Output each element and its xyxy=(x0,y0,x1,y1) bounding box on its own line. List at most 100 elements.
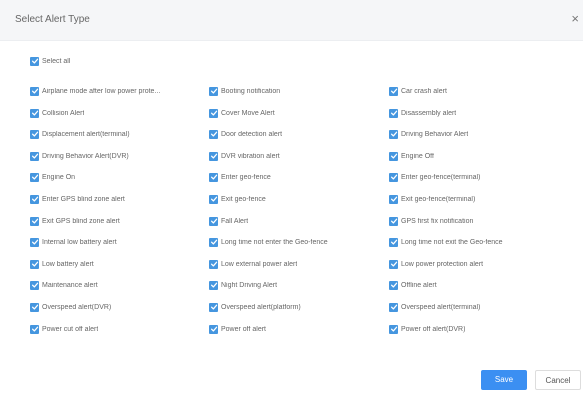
alert-option-checkbox[interactable]: Enter geo-fence(terminal) xyxy=(389,170,480,184)
checkmark-icon[interactable] xyxy=(30,108,39,118)
checkmark-icon[interactable] xyxy=(30,56,39,66)
alert-option-checkbox[interactable]: Exit geo-fence(terminal) xyxy=(389,192,475,206)
alert-option-checkbox-label: Exit GPS blind zone alert xyxy=(42,217,120,225)
alert-option-checkbox[interactable]: Fall Alert xyxy=(209,214,248,228)
alert-option-checkbox-label: Enter geo-fence(terminal) xyxy=(401,173,481,181)
checkmark-icon[interactable] xyxy=(389,237,398,247)
alert-option-checkbox[interactable]: Disassembly alert xyxy=(389,106,456,120)
checkmark-icon[interactable] xyxy=(389,151,398,161)
alert-option-checkbox-label: Airplane mode after low power prote... xyxy=(42,87,161,95)
checkmark-icon[interactable] xyxy=(30,259,39,269)
checkmark-icon[interactable] xyxy=(389,86,398,96)
alert-option-checkbox[interactable]: Exit GPS blind zone alert xyxy=(30,214,120,228)
alert-option-checkbox[interactable]: Maintenance alert xyxy=(30,278,98,292)
alert-option-checkbox-label: Offline alert xyxy=(401,281,437,289)
checkmark-icon[interactable] xyxy=(389,302,398,312)
alert-option-checkbox-label: Low external power alert xyxy=(221,260,298,268)
alert-option-checkbox[interactable]: Overspeed alert(DVR) xyxy=(30,300,111,314)
save-button[interactable]: Save xyxy=(481,370,527,390)
checkmark-icon[interactable] xyxy=(209,216,218,226)
alert-option-checkbox[interactable]: Long time not exit the Geo-fence xyxy=(389,235,503,249)
alert-option-checkbox[interactable]: Driving Behavior Alert xyxy=(389,127,468,141)
checkmark-icon[interactable] xyxy=(209,237,218,247)
alert-option-checkbox-label: DVR vibration alert xyxy=(221,152,280,160)
alert-option-checkbox[interactable]: Low power protection alert xyxy=(389,257,483,271)
checkmark-icon[interactable] xyxy=(209,280,218,290)
alert-type-list: Select all Airplane mode after low power … xyxy=(0,0,583,384)
alert-option-checkbox[interactable]: Airplane mode after low power prote... xyxy=(30,84,160,98)
alert-option-checkbox[interactable]: Displacement alert(terminal) xyxy=(30,127,130,141)
alert-option-checkbox[interactable]: Power cut off alert xyxy=(30,322,98,336)
alert-option-checkbox-label: Power off alert(DVR) xyxy=(401,325,466,333)
checkmark-icon[interactable] xyxy=(209,151,218,161)
checkmark-icon[interactable] xyxy=(209,129,218,139)
checkmark-icon[interactable] xyxy=(389,194,398,204)
alert-option-checkbox-label: Exit geo-fence(terminal) xyxy=(401,195,476,203)
alert-option-checkbox-label: Low battery alert xyxy=(42,260,94,268)
alert-option-checkbox[interactable]: Collision Alert xyxy=(30,106,84,120)
checkmark-icon[interactable] xyxy=(389,259,398,269)
alert-option-checkbox[interactable]: Engine Off xyxy=(389,149,434,163)
checkmark-icon[interactable] xyxy=(30,194,39,204)
alert-option-checkbox[interactable]: Overspeed alert(platform) xyxy=(209,300,301,314)
select-all-checkbox-label: Select all xyxy=(42,57,71,65)
checkmark-icon[interactable] xyxy=(209,324,218,334)
alert-option-checkbox[interactable]: Enter GPS blind zone alert xyxy=(30,192,125,206)
alert-option-checkbox[interactable]: Low battery alert xyxy=(30,257,94,271)
alert-option-checkbox-label: Exit geo-fence xyxy=(221,195,266,203)
alert-option-checkbox-label: Driving Behavior Alert(DVR) xyxy=(42,152,129,160)
checkmark-icon[interactable] xyxy=(389,324,398,334)
alert-option-checkbox[interactable]: Exit geo-fence xyxy=(209,192,266,206)
alert-option-checkbox[interactable]: Booting notification xyxy=(209,84,280,98)
alert-option-checkbox-label: Overspeed alert(terminal) xyxy=(401,303,481,311)
checkmark-icon[interactable] xyxy=(209,194,218,204)
alert-option-checkbox[interactable]: Night Driving Alert xyxy=(209,278,277,292)
alert-option-checkbox[interactable]: GPS first fix notification xyxy=(389,214,473,228)
alert-option-checkbox[interactable]: Door detection alert xyxy=(209,127,282,141)
alert-option-checkbox[interactable]: Cover Move Alert xyxy=(209,106,275,120)
alert-option-checkbox-label: Booting notification xyxy=(221,87,281,95)
checkmark-icon[interactable] xyxy=(209,302,218,312)
alert-option-checkbox-label: Driving Behavior Alert xyxy=(401,130,469,138)
checkmark-icon[interactable] xyxy=(30,172,39,182)
checkmark-icon[interactable] xyxy=(30,237,39,247)
checkmark-icon[interactable] xyxy=(30,129,39,139)
checkmark-icon[interactable] xyxy=(389,108,398,118)
checkmark-icon[interactable] xyxy=(30,216,39,226)
alert-option-checkbox[interactable]: Internal low battery alert xyxy=(30,235,117,249)
alert-option-checkbox-label: Overspeed alert(platform) xyxy=(221,303,301,311)
checkmark-icon[interactable] xyxy=(389,129,398,139)
alert-option-checkbox-label: Power off alert xyxy=(221,325,267,333)
alert-option-checkbox[interactable]: Low external power alert xyxy=(209,257,297,271)
alert-option-checkbox[interactable]: Car crash alert xyxy=(389,84,447,98)
cancel-button[interactable]: Cancel xyxy=(535,370,581,390)
alert-option-checkbox[interactable]: Overspeed alert(terminal) xyxy=(389,300,480,314)
checkmark-icon[interactable] xyxy=(30,86,39,96)
alert-option-checkbox-label: Enter geo-fence xyxy=(221,173,271,181)
alert-option-checkbox-label: Collision Alert xyxy=(42,109,85,117)
alert-option-checkbox-label: Long time not exit the Geo-fence xyxy=(401,238,503,246)
alert-option-checkbox[interactable]: Engine On xyxy=(30,170,75,184)
checkmark-icon[interactable] xyxy=(209,259,218,269)
checkmark-icon[interactable] xyxy=(209,108,218,118)
checkmark-icon[interactable] xyxy=(30,302,39,312)
checkmark-icon[interactable] xyxy=(389,280,398,290)
alert-option-checkbox[interactable]: Long time not enter the Geo-fence xyxy=(209,235,328,249)
checkmark-icon[interactable] xyxy=(30,151,39,161)
alert-option-checkbox[interactable]: Power off alert(DVR) xyxy=(389,322,465,336)
alert-option-checkbox[interactable]: Offline alert xyxy=(389,278,437,292)
alert-option-checkbox[interactable]: Driving Behavior Alert(DVR) xyxy=(30,149,129,163)
alert-option-checkbox[interactable]: Enter geo-fence xyxy=(209,170,271,184)
checkmark-icon[interactable] xyxy=(209,86,218,96)
checkmark-icon[interactable] xyxy=(30,280,39,290)
alert-option-checkbox-label: Internal low battery alert xyxy=(42,238,117,246)
checkmark-icon[interactable] xyxy=(389,216,398,226)
alert-option-checkbox-label: Long time not enter the Geo-fence xyxy=(221,238,328,246)
checkmark-icon[interactable] xyxy=(389,172,398,182)
alert-option-checkbox[interactable]: Power off alert xyxy=(209,322,266,336)
checkmark-icon[interactable] xyxy=(209,172,218,182)
alert-option-checkbox[interactable]: DVR vibration alert xyxy=(209,149,280,163)
select-all-checkbox[interactable]: Select all xyxy=(30,54,70,68)
checkmark-icon[interactable] xyxy=(30,324,39,334)
alert-option-checkbox-label: Fall Alert xyxy=(221,217,249,225)
